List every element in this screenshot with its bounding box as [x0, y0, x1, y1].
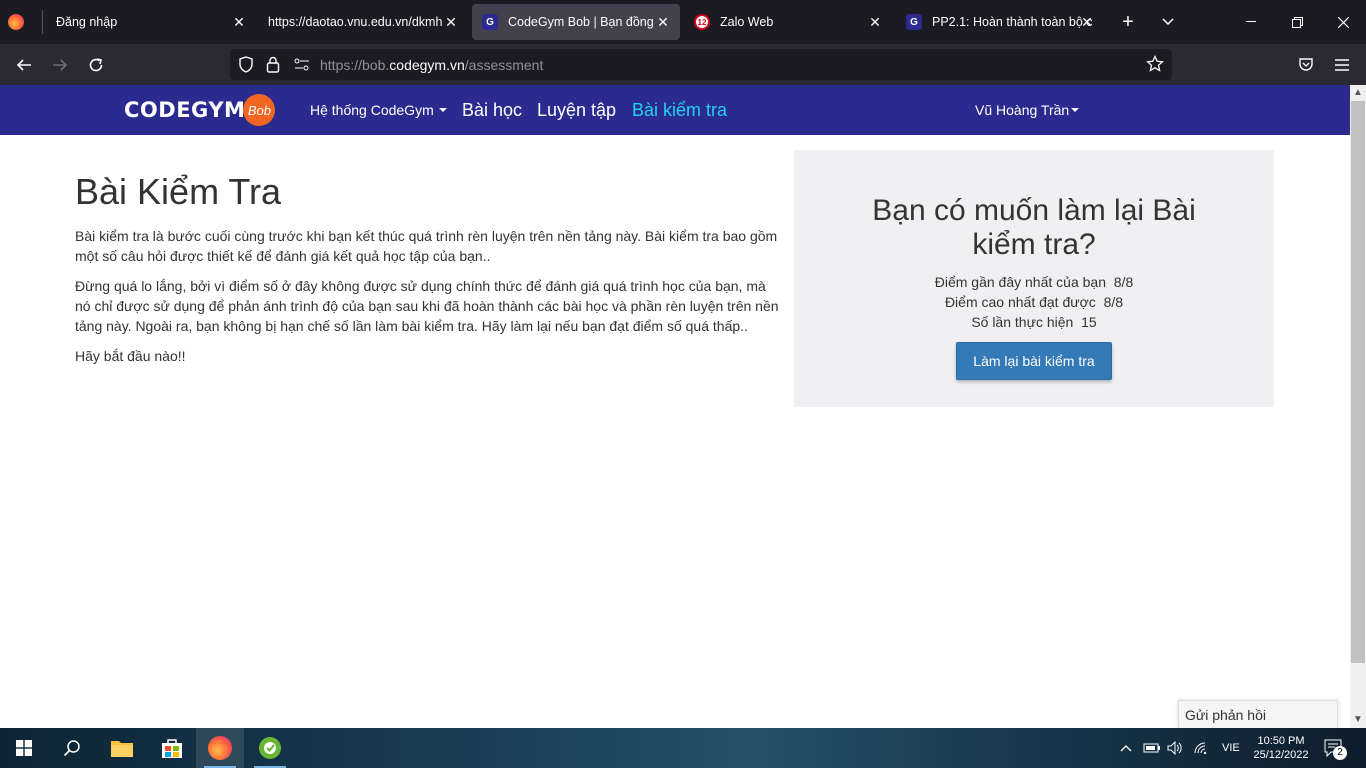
- back-icon[interactable]: [11, 52, 37, 78]
- file-explorer-icon[interactable]: [98, 728, 146, 768]
- menu-codegym-system[interactable]: Hệ thống CodeGym: [310, 85, 447, 135]
- tab-codegym-bob[interactable]: G CodeGym Bob | Bạn đồng hành ✕: [472, 4, 680, 40]
- menu-label: Bài kiểm tra: [632, 99, 728, 120]
- hamburger-menu-icon[interactable]: [1329, 52, 1355, 78]
- logo-text: CODEGYM: [124, 98, 246, 122]
- tab-daotao[interactable]: https://daotao.vnu.edu.vn/dkmh ✕: [256, 4, 468, 40]
- firefox-menu-icon[interactable]: [8, 4, 32, 40]
- shield-icon[interactable]: [238, 56, 254, 78]
- search-icon[interactable]: [48, 728, 96, 768]
- pocket-icon[interactable]: [1293, 52, 1319, 78]
- menu-practice[interactable]: Luyện tập: [537, 85, 616, 135]
- tab-pp21[interactable]: G PP2.1: Hoàn thành toàn bộ ch ✕: [896, 4, 1104, 40]
- intro-paragraph: Đừng quá lo lắng, bởi vì điểm số ở đây k…: [75, 278, 779, 334]
- clock-date: 25/12/2022: [1253, 749, 1309, 761]
- close-tab-icon[interactable]: ✕: [1078, 13, 1096, 31]
- best-score-label: Điểm cao nhất đạt được: [944, 294, 1096, 310]
- url-path: /assessment: [464, 57, 544, 73]
- tab-title: https://daotao.vnu.edu.vn/dkmh: [268, 15, 443, 29]
- scroll-up-icon[interactable]: ▲: [1350, 85, 1366, 101]
- close-tab-icon[interactable]: ✕: [230, 13, 248, 31]
- best-score: Điểm cao nhất đạt được 8/8: [794, 292, 1274, 312]
- close-tab-icon[interactable]: ✕: [442, 13, 460, 31]
- input-language[interactable]: VIE: [1222, 728, 1240, 768]
- battery-icon[interactable]: [1143, 728, 1161, 768]
- forward-icon[interactable]: [47, 52, 73, 78]
- intro-paragraph: Bài kiểm tra là bước cuối cùng trước khi…: [75, 228, 778, 264]
- user-name: Vũ Hoàng Trần: [975, 102, 1070, 118]
- codegym-icon: G: [482, 14, 498, 30]
- codegym-bob-logo[interactable]: CODEGYM Bob: [124, 94, 276, 126]
- windows-start-icon[interactable]: [0, 728, 48, 768]
- recent-score: Điểm gần đây nhất của bạn 8/8: [794, 272, 1274, 292]
- retake-card: Bạn có muốn làm lại Bài kiểm tra? Điểm g…: [794, 150, 1274, 407]
- url-prefix: https://bob.: [320, 57, 390, 73]
- address-bar[interactable]: https://bob.codegym.vn/assessment: [230, 49, 1172, 80]
- menu-label: Bài học: [462, 99, 523, 120]
- send-feedback-button[interactable]: Gửi phản hồi: [1178, 700, 1338, 728]
- menu-label: Hệ thống CodeGym: [310, 102, 434, 118]
- best-score-value: 8/8: [1103, 294, 1124, 310]
- tab-title: Đăng nhập: [56, 15, 118, 29]
- zalo-icon: 12: [694, 14, 710, 30]
- close-window-icon[interactable]: [1320, 0, 1366, 44]
- menu-label: Luyện tập: [537, 99, 617, 120]
- tab-title: Zalo Web: [720, 15, 774, 29]
- minimize-icon[interactable]: [1228, 0, 1274, 44]
- logo-badge: Bob: [243, 94, 276, 126]
- tab-title: PP2.1: Hoàn thành toàn bộ ch: [932, 15, 1092, 29]
- tab-separator: [42, 10, 43, 34]
- caret-down-icon: [1071, 108, 1080, 112]
- site-header: CODEGYM Bob Hệ thống CodeGym Bài học Luy…: [0, 85, 1350, 135]
- user-menu[interactable]: Vũ Hoàng Trần: [975, 85, 1080, 135]
- browser-tab-strip: Đăng nhập ✕ https://daotao.vnu.edu.vn/dk…: [0, 0, 1366, 44]
- score-stats: Điểm gần đây nhất của bạn 8/8 Điểm cao n…: [794, 272, 1274, 332]
- close-tab-icon[interactable]: ✕: [866, 13, 884, 31]
- clock-time: 10:50 PM: [1257, 735, 1305, 747]
- close-tab-icon[interactable]: ✕: [654, 13, 672, 31]
- attempts-value: 15: [1081, 314, 1097, 330]
- coccoc-browser-icon[interactable]: [246, 728, 294, 768]
- attempts-count: Số lần thực hiện 15: [794, 312, 1274, 332]
- intro-paragraph: Hãy bắt đầu nào!!: [75, 348, 186, 364]
- restore-icon[interactable]: [1274, 0, 1320, 44]
- list-tabs-icon[interactable]: [1145, 0, 1191, 44]
- notification-center-icon[interactable]: 2: [1324, 728, 1347, 768]
- tab-login[interactable]: Đăng nhập ✕: [44, 4, 256, 40]
- codegym-icon: G: [906, 14, 922, 30]
- scroll-down-icon[interactable]: ▼: [1350, 712, 1366, 728]
- url-text: https://bob.codegym.vn/assessment: [320, 57, 543, 73]
- volume-icon[interactable]: [1167, 728, 1183, 768]
- browser-toolbar: https://bob.codegym.vn/assessment: [0, 44, 1366, 85]
- notification-count: 2: [1333, 746, 1347, 760]
- wifi-icon[interactable]: [1193, 728, 1209, 768]
- menu-assessment[interactable]: Bài kiểm tra: [632, 85, 727, 135]
- tab-title: CodeGym Bob | Bạn đồng hành: [508, 15, 658, 29]
- page-title: Bài Kiểm Tra: [75, 171, 282, 212]
- url-domain: codegym.vn: [389, 57, 465, 73]
- attempts-label: Số lần thực hiện: [971, 314, 1074, 330]
- firefox-icon: [8, 14, 24, 30]
- menu-lessons[interactable]: Bài học: [462, 85, 522, 135]
- caret-down-icon: [438, 108, 447, 112]
- lock-icon[interactable]: [266, 56, 280, 78]
- tab-zalo[interactable]: 12 Zalo Web ✕: [684, 4, 892, 40]
- assessment-intro: Bài Kiểm Tra Bài kiểm tra là bước cuối c…: [75, 170, 785, 376]
- recent-score-value: 8/8: [1113, 274, 1134, 290]
- retake-title: Bạn có muốn làm lại Bài kiểm tra?: [872, 194, 1196, 261]
- retake-assessment-button[interactable]: Làm lại bài kiểm tra: [956, 342, 1112, 380]
- firefox-icon: [208, 736, 232, 760]
- recent-score-label: Điểm gần đây nhất của bạn: [934, 274, 1106, 290]
- clock[interactable]: 10:50 PM 25/12/2022: [1252, 728, 1310, 768]
- bookmark-star-icon[interactable]: [1146, 54, 1164, 78]
- scrollbar-thumb[interactable]: [1351, 101, 1365, 663]
- permissions-icon[interactable]: [294, 58, 310, 76]
- windows-taskbar: VIE 10:50 PM 25/12/2022 2: [0, 728, 1366, 768]
- show-hidden-icons[interactable]: [1120, 728, 1132, 768]
- firefox-taskbar-icon[interactable]: [196, 728, 244, 768]
- zalo-badge: 12: [697, 17, 707, 27]
- microsoft-store-icon[interactable]: [148, 728, 196, 768]
- reload-icon[interactable]: [83, 52, 109, 78]
